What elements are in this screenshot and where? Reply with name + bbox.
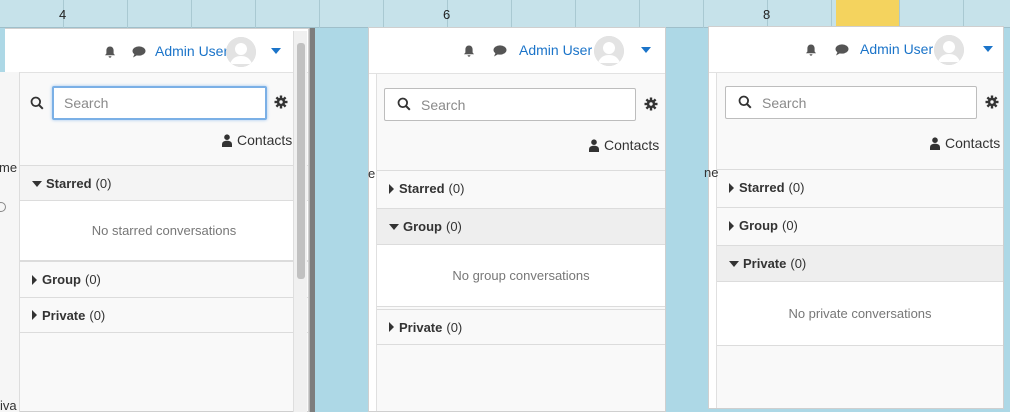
caret-right-icon — [32, 310, 37, 320]
section-count: (0) — [446, 319, 463, 335]
search-icon — [30, 96, 44, 110]
messaging-drawer: Contacts Starred (0) Group (0) No group … — [376, 74, 665, 411]
cell-text-fragment: me — [0, 160, 18, 175]
avatar[interactable] — [594, 36, 624, 66]
caret-right-icon — [389, 183, 394, 194]
section-title: Group — [42, 272, 81, 287]
message-panel-2: Admin User Contacts Starred (0) Group (0… — [368, 27, 666, 412]
cell-text-fragment: e — [368, 166, 376, 181]
section-count: (0) — [89, 307, 106, 323]
user-icon — [930, 136, 940, 150]
caret-down-icon[interactable] — [641, 47, 651, 53]
chat-icon[interactable] — [131, 44, 147, 60]
message-panel-3: Admin User Contacts Starred (0) Group (0… — [708, 26, 1004, 409]
section-count: (0) — [448, 181, 465, 196]
caret-right-icon — [32, 274, 37, 285]
gear-icon[interactable] — [644, 97, 658, 111]
section-group[interactable]: Group (0) — [717, 207, 1003, 243]
caret-right-icon — [729, 182, 734, 193]
column-number-4: 4 — [59, 7, 67, 22]
section-title: Starred — [739, 180, 785, 195]
search-icon — [738, 95, 752, 109]
search-input[interactable] — [762, 87, 976, 118]
user-menu-name[interactable]: Admin User — [519, 42, 592, 58]
section-title: Group — [739, 218, 778, 233]
section-private[interactable]: Private (0) — [717, 245, 1003, 281]
column-number-8: 8 — [763, 7, 771, 22]
chat-icon[interactable] — [834, 42, 850, 58]
contacts-label: Contacts — [604, 137, 660, 153]
gear-icon[interactable] — [985, 95, 999, 109]
section-starred[interactable]: Starred (0) — [377, 170, 665, 206]
scrollbar-thumb[interactable] — [297, 43, 305, 279]
caret-down-icon — [32, 180, 42, 187]
search-input[interactable] — [64, 88, 265, 118]
user-icon — [222, 133, 232, 147]
bell-icon[interactable] — [803, 42, 819, 58]
user-icon — [589, 138, 599, 152]
section-group[interactable]: Group (0) — [20, 261, 308, 297]
section-count: (0) — [790, 256, 807, 271]
empty-message: No private conversations — [717, 281, 1003, 346]
section-starred[interactable]: Starred (0) — [717, 169, 1003, 205]
section-private[interactable]: Private (0) — [377, 309, 665, 345]
section-private[interactable]: Private (0) — [20, 297, 308, 333]
search-box[interactable] — [384, 88, 636, 121]
section-count: (0) — [95, 176, 112, 191]
cell-text-fragment: ne — [704, 165, 719, 180]
section-title: Private — [42, 307, 86, 323]
gear-icon[interactable] — [274, 95, 288, 109]
caret-down-icon[interactable] — [983, 46, 993, 52]
section-count: (0) — [446, 219, 462, 234]
chat-icon[interactable] — [492, 43, 508, 59]
spreadsheet-column-header: 4 6 8 — [0, 0, 1010, 28]
panel-header: Admin User — [709, 27, 1003, 73]
empty-message: No starred conversations — [20, 200, 308, 261]
section-starred[interactable]: Starred (0) — [20, 165, 308, 201]
messaging-drawer: Contacts Starred (0) Group (0) Private (… — [716, 73, 1003, 408]
section-title: Group — [403, 219, 442, 234]
section-title: Starred — [399, 181, 445, 196]
contacts-link[interactable]: Contacts — [930, 135, 1000, 151]
section-count: (0) — [782, 218, 798, 233]
caret-down-icon — [389, 223, 399, 230]
search-input[interactable] — [421, 89, 635, 120]
scrollbar[interactable] — [293, 31, 307, 412]
section-group[interactable]: Group (0) — [377, 208, 665, 244]
caret-down-icon — [729, 260, 739, 267]
contacts-label: Contacts — [237, 132, 293, 148]
contacts-link[interactable]: Contacts — [222, 132, 292, 148]
caret-right-icon — [729, 220, 734, 231]
column-number-6: 6 — [443, 7, 451, 22]
section-title: Private — [399, 319, 443, 335]
section-count: (0) — [788, 180, 805, 195]
contacts-label: Contacts — [945, 135, 1001, 151]
empty-message: No group conversations — [377, 244, 665, 307]
section-title: Private — [743, 256, 787, 271]
section-title: Starred — [46, 176, 92, 191]
bell-icon[interactable] — [102, 44, 118, 60]
section-count: (0) — [85, 272, 101, 287]
avatar[interactable] — [226, 37, 256, 67]
bell-icon[interactable] — [461, 43, 477, 59]
search-box[interactable] — [30, 86, 267, 120]
caret-down-icon[interactable] — [271, 48, 281, 54]
spreadsheet-edge: me iva — [0, 72, 20, 412]
message-panel-1: Admin User Contacts Starred (0) No starr… — [5, 28, 309, 412]
user-menu-name[interactable]: Admin User — [155, 43, 228, 59]
cell-text-fragment: iva — [0, 398, 17, 412]
search-box[interactable] — [725, 86, 977, 119]
user-menu-name[interactable]: Admin User — [860, 41, 933, 57]
search-icon — [397, 97, 411, 111]
contacts-link[interactable]: Contacts — [589, 137, 659, 153]
window-divider — [309, 28, 315, 412]
clock-icon — [0, 202, 6, 212]
panel-header: Admin User — [369, 28, 665, 74]
caret-right-icon — [389, 322, 394, 332]
messaging-drawer: Contacts Starred (0) No starred conversa… — [19, 73, 308, 411]
panel-header: Admin User — [5, 29, 308, 73]
avatar[interactable] — [934, 35, 964, 65]
